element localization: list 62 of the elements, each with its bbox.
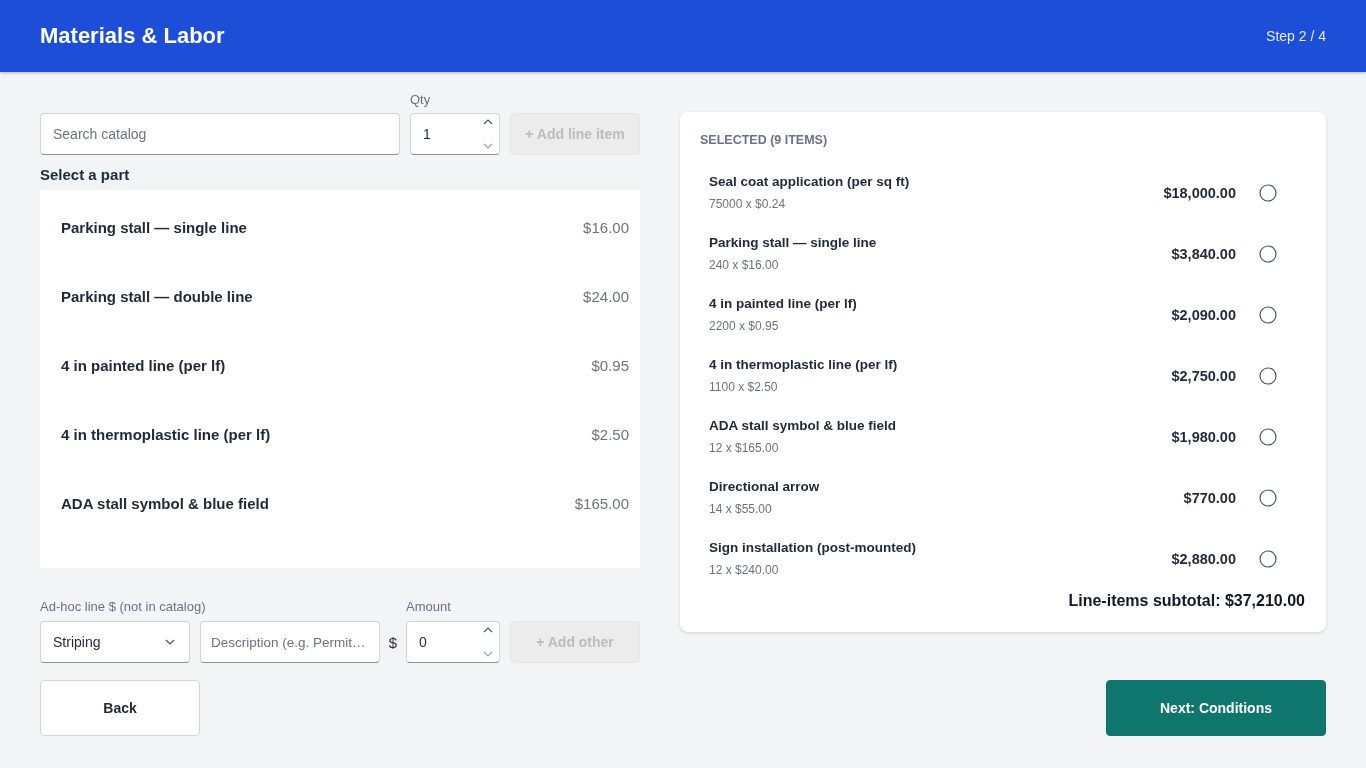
item-quantity-price: 12 x $240.00 — [709, 562, 780, 578]
item-quantity-price: 2200 x $0.95 — [709, 318, 780, 334]
part-name: Parking stall — single line — [61, 219, 247, 236]
item-total: $1,980.00 — [1171, 428, 1236, 445]
item-name: 4 in thermoplastic line (per lf) — [709, 356, 899, 374]
item-total: $3,840.00 — [1171, 245, 1236, 262]
search-field[interactable]: Search catalog — [40, 113, 400, 155]
item-quantity-price: 1100 x $2.50 — [709, 379, 779, 395]
item-total: $770.00 — [1183, 489, 1236, 506]
next-button[interactable]: Next: Conditions — [1106, 680, 1326, 736]
part-name: Parking stall — double line — [61, 288, 253, 305]
category-select[interactable]: Striping — [40, 621, 190, 663]
chevron-down-icon — [165, 639, 175, 645]
part-name: ADA stall symbol & blue field — [61, 495, 269, 512]
amount-field[interactable]: 0 — [406, 621, 500, 663]
radio-button[interactable] — [1259, 488, 1277, 507]
item-name: Directional arrow — [709, 478, 821, 496]
select-part-heading: Select a part — [40, 166, 131, 184]
description-field[interactable]: Description (e.g. Permit… — [200, 621, 380, 663]
item-name: 4 in painted line (per lf) — [709, 295, 858, 313]
item-name: ADA stall symbol & blue field — [709, 417, 898, 435]
radio-button[interactable] — [1259, 427, 1277, 446]
qty-field[interactable]: 1 — [410, 113, 500, 155]
radio-button[interactable] — [1259, 183, 1277, 202]
page-title: Materials & Labor — [40, 23, 225, 49]
part-list-item[interactable]: ADA stall symbol & blue field $165.00 — [40, 469, 640, 538]
currency-symbol: $ — [388, 633, 398, 651]
item-total: $2,750.00 — [1171, 367, 1236, 384]
part-name: 4 in painted line (per lf) — [61, 357, 226, 374]
part-price: $2.50 — [591, 426, 629, 443]
item-name: Parking stall — single line — [709, 234, 878, 252]
back-button[interactable]: Back — [40, 680, 200, 736]
item-total: $2,090.00 — [1171, 306, 1236, 323]
radio-button[interactable] — [1259, 305, 1277, 324]
part-name: 4 in thermoplastic line (per lf) — [61, 426, 271, 443]
adhoc-label: Ad-hoc line $ (not in catalog) — [40, 599, 207, 615]
part-list-item[interactable]: 4 in thermoplastic line (per lf) $2.50 — [40, 400, 640, 469]
item-total: $18,000.00 — [1163, 184, 1236, 201]
amount-label: Amount — [406, 599, 452, 615]
part-price: $24.00 — [583, 288, 629, 305]
part-list-item[interactable]: 4 in painted line (per lf) $0.95 — [40, 331, 640, 400]
radio-button[interactable] — [1259, 366, 1277, 385]
step-indicator: Step 2 / 4 — [1266, 28, 1326, 44]
chevron-up-icon[interactable] — [483, 119, 493, 125]
part-price: $0.95 — [591, 357, 629, 374]
part-price: $16.00 — [583, 219, 629, 236]
item-quantity-price: 14 x $55.00 — [709, 501, 773, 517]
item-quantity-price: 240 x $16.00 — [709, 257, 780, 273]
item-name: Sign installation (post-mounted) — [709, 539, 917, 557]
qty-label: Qty — [410, 92, 432, 108]
part-list-item[interactable]: Parking stall — single line $16.00 — [40, 193, 640, 262]
item-quantity-price: 75000 x $0.24 — [709, 196, 787, 212]
radio-button[interactable] — [1259, 549, 1277, 568]
item-quantity-price: 12 x $165.00 — [709, 440, 780, 456]
item-name: Seal coat application (per sq ft) — [709, 173, 911, 191]
item-total: $2,880.00 — [1171, 550, 1236, 567]
part-list-item[interactable]: Parking stall — double line $24.00 — [40, 262, 640, 331]
part-price: $165.00 — [574, 495, 629, 512]
selected-heading: SELECTED (9 ITEMS) — [700, 132, 829, 148]
radio-button[interactable] — [1259, 244, 1277, 263]
chevron-up-icon[interactable] — [483, 627, 493, 633]
subtotal-text: Line-items subtotal: $37,210.00 — [1067, 591, 1305, 611]
